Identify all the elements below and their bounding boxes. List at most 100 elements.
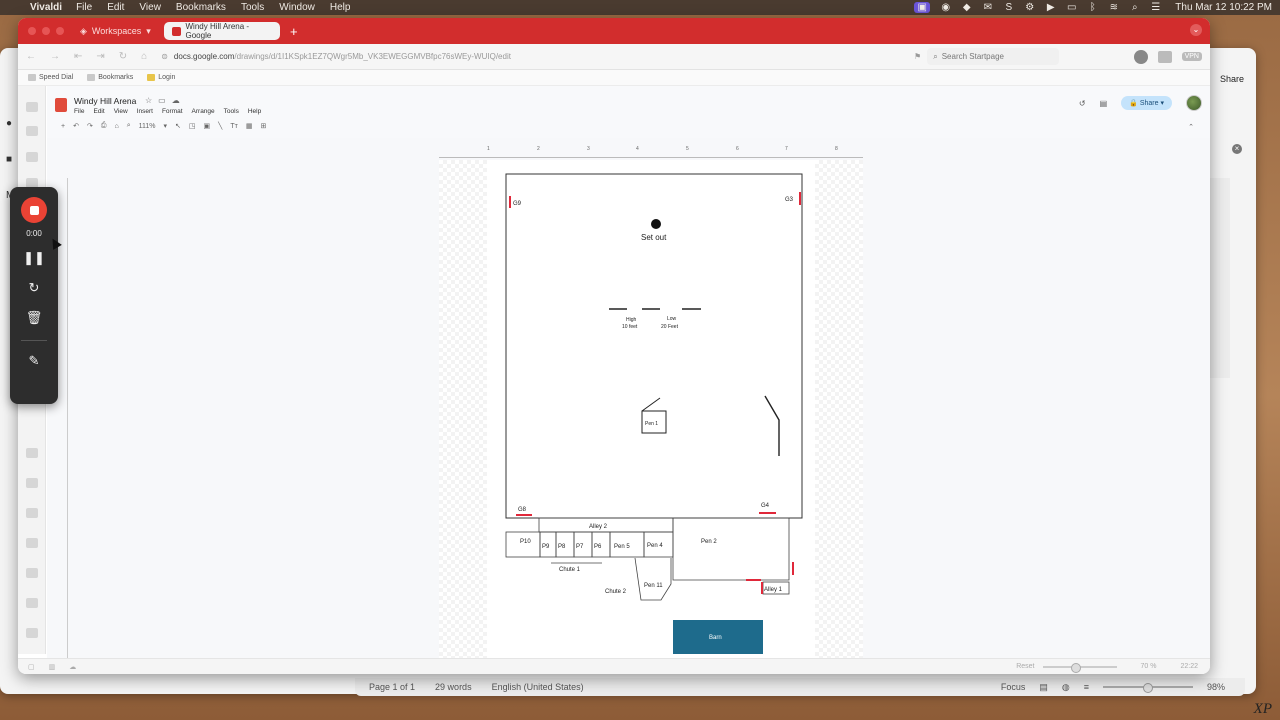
panel-reading-icon[interactable] xyxy=(26,126,38,136)
new-tab-button[interactable]: + xyxy=(290,24,298,39)
settings-icon[interactable]: ⚙ xyxy=(1024,2,1035,13)
trash-icon[interactable]: 🗑 xyxy=(24,308,44,328)
zoom-slider[interactable] xyxy=(1102,683,1193,693)
menu-arrange[interactable]: Arrange xyxy=(192,108,215,115)
menu-help[interactable]: Help xyxy=(248,108,261,115)
vpn-badge[interactable]: VPN xyxy=(1181,52,1202,61)
print-icon[interactable]: ⎙ xyxy=(101,122,107,130)
globe-view-icon[interactable]: ◍ xyxy=(1062,682,1070,693)
menu-file[interactable]: File xyxy=(74,108,84,115)
screen-record-icon[interactable]: ▣ xyxy=(914,2,931,13)
chevron-down-icon[interactable]: ▾ xyxy=(163,122,167,130)
text-icon[interactable]: Tт xyxy=(230,123,237,130)
add-icon[interactable]: + xyxy=(61,123,65,130)
language[interactable]: English (United States) xyxy=(492,682,584,692)
menu-edit[interactable]: Edit xyxy=(93,108,104,115)
profile-avatar-icon[interactable] xyxy=(1133,49,1148,64)
user-avatar[interactable] xyxy=(1186,95,1202,111)
menubar-item-window[interactable]: Window xyxy=(279,2,315,13)
restart-icon[interactable]: ↻ xyxy=(24,278,44,298)
shield-icon[interactable]: ◆ xyxy=(961,2,972,13)
home-icon[interactable]: ⌂ xyxy=(141,51,147,62)
globe-icon[interactable]: ◉ xyxy=(940,2,951,13)
star-icon[interactable]: ☆ xyxy=(145,96,152,105)
panel-feeds-icon[interactable] xyxy=(26,568,38,578)
panel-settings-icon[interactable] xyxy=(26,628,38,638)
bluetooth-icon[interactable]: ᛒ xyxy=(1087,2,1098,13)
panel-toggle-icon[interactable]: ▢ xyxy=(28,663,35,671)
tiling-icon[interactable]: ▥ xyxy=(49,663,56,671)
doc-icon[interactable]: ■ xyxy=(6,154,12,165)
bookmark-speed-dial[interactable]: Speed Dial xyxy=(28,74,73,81)
cloud-icon[interactable]: ☁ xyxy=(172,96,180,105)
drawings-logo-icon[interactable] xyxy=(55,98,67,112)
table-icon[interactable]: ▦ xyxy=(246,122,253,130)
layout-icon[interactable]: ▤ xyxy=(1039,682,1048,693)
comments-icon[interactable]: ▤ xyxy=(1100,99,1108,108)
set-out-marker[interactable] xyxy=(651,219,661,229)
document-title[interactable]: Windy Hill Arena xyxy=(74,96,136,106)
pen-11[interactable] xyxy=(634,557,672,601)
pause-icon[interactable]: ❚❚ xyxy=(23,248,45,268)
cloud-sync-icon[interactable]: ☁ xyxy=(69,663,76,671)
panel-clock-icon[interactable] xyxy=(26,598,38,608)
control-center-icon[interactable]: ☰ xyxy=(1150,2,1161,13)
menubar-item-help[interactable]: Help xyxy=(330,2,351,13)
menubar-item-view[interactable]: View xyxy=(139,2,161,13)
panel-bookmarks-icon[interactable] xyxy=(26,102,38,112)
fast-forward-icon[interactable]: ⇥ xyxy=(96,51,104,62)
workspaces-button[interactable]: ◈ Workspaces ▾ xyxy=(80,26,164,37)
move-icon[interactable]: ▭ xyxy=(158,96,166,105)
mail-icon[interactable]: ✉ xyxy=(982,2,993,13)
panel-downloads-icon[interactable] xyxy=(26,152,38,162)
rewind-icon[interactable]: ⇤ xyxy=(74,51,82,62)
bookmark-bookmarks[interactable]: Bookmarks xyxy=(87,74,133,81)
search-icon[interactable]: ⌕ xyxy=(1129,2,1140,13)
site-info-icon[interactable]: ⊜ xyxy=(161,52,168,61)
image-icon[interactable]: ▣ xyxy=(204,122,211,130)
wifi-icon[interactable]: ≋ xyxy=(1108,2,1119,13)
panel-people-icon[interactable] xyxy=(26,478,38,488)
list-icon[interactable]: ≡ xyxy=(1084,682,1089,692)
arena-diagram[interactable]: G9 G3 G8 G4 Set out High 10 feet Low 20 … xyxy=(439,160,863,658)
tab-windy-hill-arena[interactable]: Windy Hill Arena - Google xyxy=(164,22,280,40)
menubar-item-bookmarks[interactable]: Bookmarks xyxy=(176,2,226,13)
close-window-button[interactable] xyxy=(28,27,36,35)
url-field[interactable]: ⊜ docs.google.com/drawings/d/1I1KSpk1EZ7… xyxy=(161,47,922,66)
panel-calendar-icon[interactable] xyxy=(26,538,38,548)
play-icon[interactable]: ▶ xyxy=(1045,2,1056,13)
focus-button[interactable]: Focus xyxy=(1001,682,1026,692)
background-share-button[interactable]: Share xyxy=(1220,74,1244,84)
reload-icon[interactable]: ↻ xyxy=(119,51,127,62)
bookmark-icon[interactable]: ⚑ xyxy=(914,52,921,61)
menu-insert[interactable]: Insert xyxy=(137,108,153,115)
history-icon[interactable]: ↺ xyxy=(1079,99,1086,108)
pencil-icon[interactable]: ✎ xyxy=(24,351,44,371)
menubar-clock[interactable]: Thu Mar 12 10:22 PM xyxy=(1175,2,1272,13)
extensions-icon[interactable] xyxy=(1157,50,1172,63)
menu-view[interactable]: View xyxy=(114,108,128,115)
zoom-reset-button[interactable]: Reset xyxy=(1016,663,1034,670)
shape-icon[interactable]: ◳ xyxy=(189,122,196,130)
minimize-window-button[interactable] xyxy=(42,27,50,35)
tab-list-chevron-icon[interactable]: ⌄ xyxy=(1190,24,1202,36)
share-button[interactable]: 🔒 Share ▾ xyxy=(1121,96,1172,110)
panel-mail-icon[interactable] xyxy=(26,508,38,518)
menubar-item-tools[interactable]: Tools xyxy=(241,2,264,13)
line-icon[interactable]: ╲ xyxy=(218,122,222,130)
menubar-item-edit[interactable]: Edit xyxy=(107,2,124,13)
pen-2[interactable] xyxy=(672,517,790,581)
angled-fence[interactable] xyxy=(764,395,780,456)
zoom-select[interactable]: 111% xyxy=(139,123,156,130)
menu-tools[interactable]: Tools xyxy=(224,108,239,115)
select-icon[interactable]: ↖ xyxy=(175,122,181,130)
menubar-item-file[interactable]: File xyxy=(76,2,92,13)
sync-icon[interactable]: S xyxy=(1003,2,1014,13)
stop-recording-button[interactable] xyxy=(21,197,47,223)
undo-icon[interactable]: ↶ xyxy=(73,122,79,130)
page-zoom-slider[interactable] xyxy=(1042,662,1117,673)
back-icon[interactable]: ← xyxy=(26,51,36,62)
home-icon[interactable]: ● xyxy=(6,118,12,129)
panel-notes-icon[interactable] xyxy=(26,448,38,458)
zoom-icon[interactable]: ⌕ xyxy=(127,122,131,130)
